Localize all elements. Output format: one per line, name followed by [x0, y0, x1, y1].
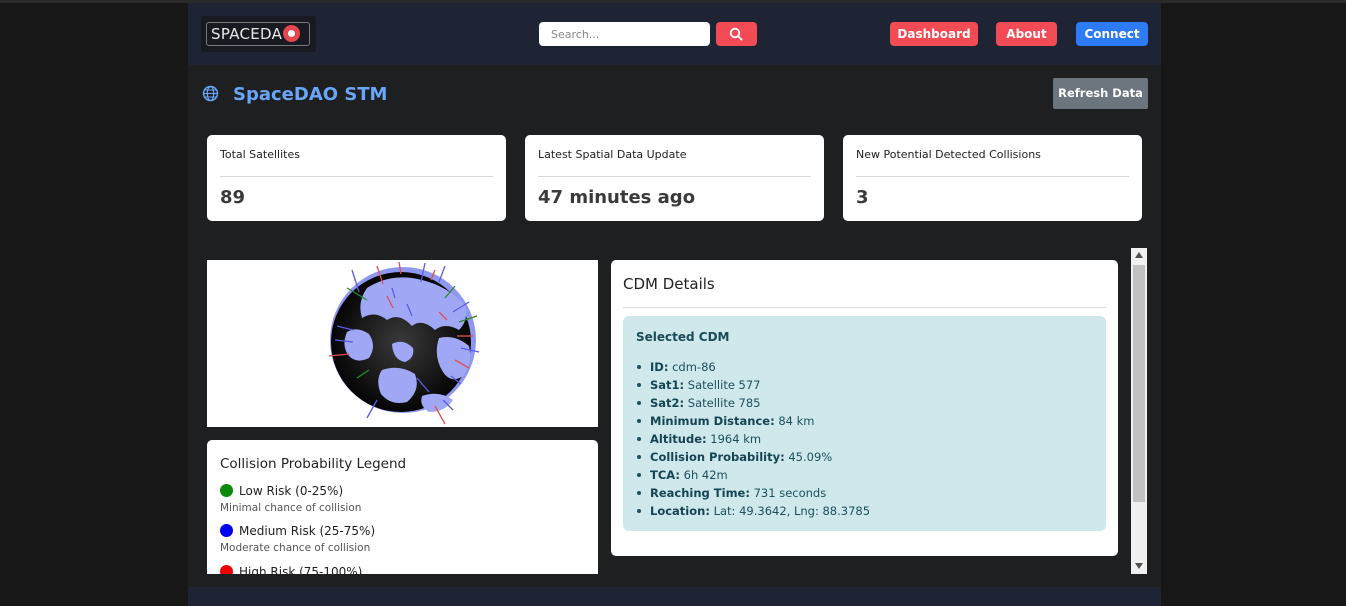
refresh-data-button[interactable]: Refresh Data [1053, 78, 1148, 109]
field-label: Altitude: [650, 432, 707, 446]
logo-mark: SPACEDA [206, 22, 310, 46]
cdm-field-reaching-time: Reaching Time: 731 seconds [636, 484, 870, 502]
scrollbar-thumb[interactable] [1133, 265, 1145, 502]
field-value: 731 seconds [753, 486, 827, 500]
scroll-down-arrow-icon[interactable] [1135, 563, 1143, 569]
selected-cdm-box: Selected CDM ID: cdm-86 Sat1: Satellite … [623, 316, 1106, 531]
stat-card-collisions: New Potential Detected Collisions 3 [843, 135, 1142, 221]
field-value: 84 km [778, 414, 815, 428]
cdm-details-card: CDM Details Selected CDM ID: cdm-86 Sat1… [611, 260, 1118, 556]
field-value: cdm-86 [672, 360, 716, 374]
field-label: Reaching Time: [650, 486, 750, 500]
stat-label: New Potential Detected Collisions [856, 148, 1041, 161]
divider [220, 176, 493, 177]
cdm-field-altitude: Altitude: 1964 km [636, 430, 870, 448]
cdm-field-probability: Collision Probability: 45.09% [636, 448, 870, 466]
stat-value: 89 [220, 187, 246, 208]
stat-card-total-satellites: Total Satellites 89 [207, 135, 506, 221]
cdm-field-tca: TCA: 6h 42m [636, 466, 870, 484]
stat-card-latest-update: Latest Spatial Data Update 47 minutes ag… [525, 135, 824, 221]
field-value: 1964 km [710, 432, 762, 446]
search-button[interactable] [716, 22, 757, 46]
legend-item-desc: Moderate chance of collision [220, 542, 371, 554]
green-dot-icon [220, 484, 233, 497]
scroll-up-arrow-icon[interactable] [1135, 252, 1143, 258]
globe-visualization[interactable] [207, 260, 598, 427]
field-label: Sat1: [650, 378, 685, 392]
legend-item-name: Low Risk (0-25%) [239, 484, 344, 498]
connect-button[interactable]: Connect [1076, 22, 1148, 46]
legend-item-desc: Minimal chance of collision [220, 502, 362, 514]
stat-value: 47 minutes ago [538, 187, 696, 208]
logo-text: SPACEDA [211, 25, 283, 43]
cdm-field-min-distance: Minimum Distance: 84 km [636, 412, 870, 430]
stat-value: 3 [856, 187, 869, 208]
footer [188, 587, 1161, 606]
selected-cdm-title: Selected CDM [636, 330, 730, 344]
cdm-title: CDM Details [623, 275, 715, 293]
field-value: Satellite 577 [687, 378, 761, 392]
logo-o-icon [283, 25, 301, 42]
collision-legend: Collision Probability Legend Low Risk (0… [207, 440, 598, 574]
search-icon [729, 27, 743, 41]
page-header: SpaceDAO STM Refresh Data [188, 65, 1161, 123]
field-value: 6h 42m [683, 468, 728, 482]
cdm-field-sat2: Sat2: Satellite 785 [636, 394, 870, 412]
field-value: Satellite 785 [687, 396, 761, 410]
field-label: TCA: [650, 468, 680, 482]
field-label: Collision Probability: [650, 450, 785, 464]
field-label: Location: [650, 504, 710, 518]
navbar: SPACEDA Dashboard About Connect [188, 3, 1161, 65]
cdm-field-id: ID: cdm-86 [636, 358, 870, 376]
cdm-field-location: Location: Lat: 49.3642, Lng: 88.3785 [636, 502, 870, 520]
blue-dot-icon [220, 524, 233, 537]
red-dot-icon [220, 565, 233, 574]
page-title: SpaceDAO STM [233, 84, 388, 105]
field-label: ID: [650, 360, 669, 374]
dashboard-scroll-area[interactable]: Collision Probability Legend Low Risk (0… [207, 260, 1118, 574]
stat-label: Total Satellites [220, 148, 300, 161]
dashboard-button[interactable]: Dashboard [890, 22, 978, 46]
logo[interactable]: SPACEDA [201, 16, 316, 52]
legend-item-name: Medium Risk (25-75%) [239, 524, 376, 538]
field-value: 45.09% [788, 450, 833, 464]
search-input[interactable] [539, 22, 710, 46]
divider [623, 307, 1106, 308]
stat-label: Latest Spatial Data Update [538, 148, 687, 161]
legend-title: Collision Probability Legend [220, 456, 407, 472]
field-label: Minimum Distance: [650, 414, 775, 428]
globe-canvas[interactable] [207, 260, 598, 427]
scrollbar[interactable] [1131, 248, 1147, 574]
divider [856, 176, 1129, 177]
cdm-field-sat1: Sat1: Satellite 577 [636, 376, 870, 394]
about-button[interactable]: About [996, 22, 1057, 46]
app-container: SPACEDA Dashboard About Connect SpaceDAO… [188, 3, 1161, 606]
cdm-field-list: ID: cdm-86 Sat1: Satellite 577 Sat2: Sat… [636, 358, 870, 520]
field-label: Sat2: [650, 396, 685, 410]
divider [538, 176, 811, 177]
legend-item-name: High Risk (75-100%) [239, 565, 363, 574]
field-value: Lat: 49.3642, Lng: 88.3785 [713, 504, 871, 518]
globe-icon [202, 85, 219, 102]
